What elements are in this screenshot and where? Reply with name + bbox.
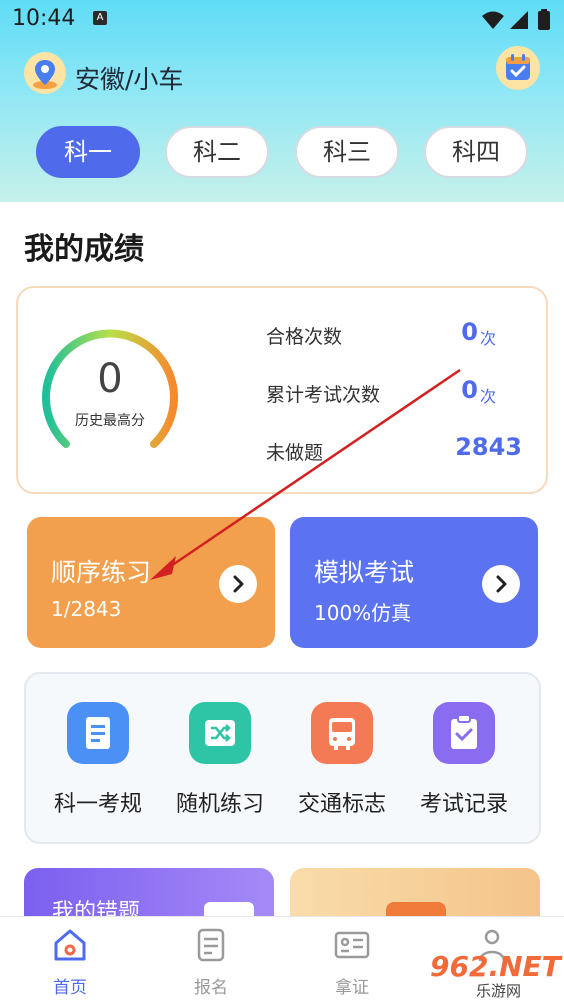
- bus-icon: [311, 702, 373, 764]
- annotation-arrow: [150, 368, 461, 580]
- nav-label: 拿证: [335, 978, 369, 998]
- tool-traffic-signs[interactable]: 交通标志: [282, 702, 402, 818]
- tool-exam-records[interactable]: 考试记录: [404, 702, 524, 818]
- tool-random-practice[interactable]: 随机练习: [160, 702, 280, 818]
- nav-label: 报名: [194, 978, 228, 998]
- tools-panel: 科一考规 随机练习 交通标志 考试记录: [24, 672, 541, 844]
- nav-label: 首页: [53, 978, 87, 998]
- nav-home[interactable]: 首页: [30, 925, 110, 998]
- clipboard-check-icon: [433, 702, 495, 764]
- tool-label: 交通标志: [297, 792, 386, 817]
- tool-label: 科一考规: [53, 792, 142, 817]
- form-icon: [197, 928, 225, 962]
- shuffle-icon: [189, 702, 251, 764]
- watermark-brand: 962.NET: [430, 950, 561, 983]
- nav-register[interactable]: 报名: [171, 925, 251, 998]
- document-icon: [67, 702, 129, 764]
- tool-label: 考试记录: [419, 792, 508, 817]
- tool-label: 随机练习: [175, 792, 264, 817]
- home-icon: [54, 929, 86, 961]
- tool-exam-rules[interactable]: 科一考规: [38, 702, 158, 818]
- site-watermark: 962.NET 乐游网: [424, 950, 561, 1000]
- id-card-icon: [334, 931, 370, 959]
- nav-license[interactable]: 拿证: [312, 925, 392, 998]
- watermark-sub: 乐游网: [476, 982, 522, 1000]
